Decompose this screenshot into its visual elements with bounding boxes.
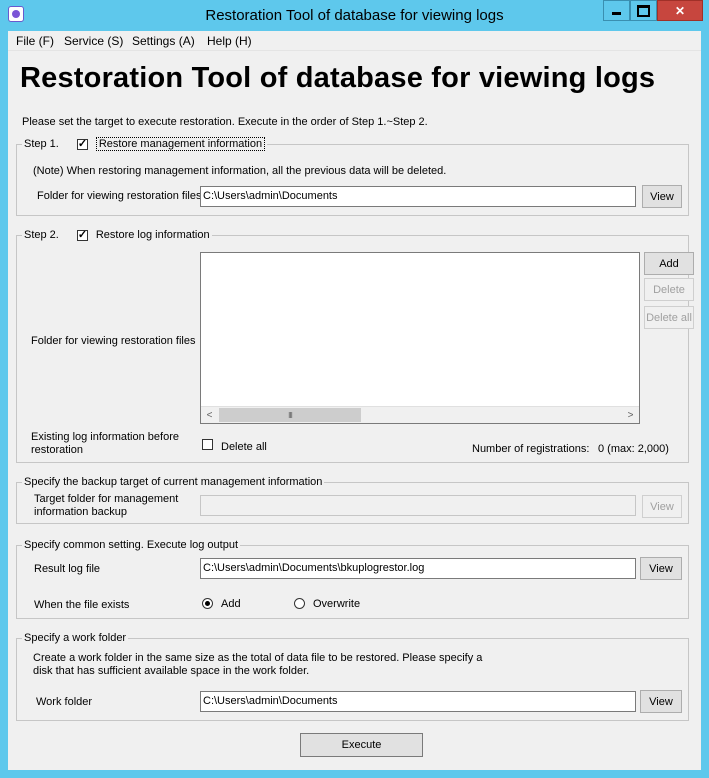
scroll-thumb[interactable]: III (219, 408, 361, 422)
scroll-left-arrow[interactable]: < (201, 407, 218, 423)
common-legend: Specify common setting. Execute log outp… (22, 538, 241, 552)
instruction-text: Please set the target to execute restora… (22, 116, 428, 128)
add-radio-label[interactable]: Add (221, 598, 241, 610)
work-folder-view-button[interactable]: View (640, 690, 682, 713)
result-log-view-button[interactable]: View (640, 557, 682, 580)
menu-settings[interactable]: Settings (A) (132, 34, 195, 48)
restore-log-label[interactable]: Restore log information (96, 229, 210, 241)
step1-folder-label: Folder for viewing restoration files (37, 190, 202, 202)
close-button[interactable]: ✕ (657, 0, 703, 21)
menu-bar: File (F) Service (S) Settings (A) Help (… (8, 31, 701, 51)
delete-folder-button[interactable]: Delete (644, 278, 694, 301)
menu-help[interactable]: Help (H) (207, 34, 252, 48)
work-folder-group: Specify a work folder Create a work fold… (16, 631, 689, 721)
work-legend: Specify a work folder (22, 631, 129, 645)
restore-log-checkbox[interactable] (76, 228, 88, 241)
delete-all-folders-button[interactable]: Delete all (644, 306, 694, 329)
minimize-button[interactable] (603, 0, 630, 21)
work-folder-input[interactable]: C:\Users\admin\Documents (200, 691, 636, 712)
step1-view-button[interactable]: View (642, 185, 682, 208)
delete-all-option[interactable]: Delete all (202, 439, 267, 453)
restore-management-checkbox[interactable] (76, 137, 88, 150)
title-bar[interactable]: Restoration Tool of database for viewing… (0, 0, 709, 30)
option-overwrite[interactable]: Overwrite (294, 598, 360, 610)
backup-group: Specify the backup target of current man… (16, 475, 689, 524)
execute-button[interactable]: Execute (300, 733, 423, 757)
overwrite-radio[interactable] (294, 598, 305, 609)
option-add[interactable]: Add (202, 598, 241, 610)
step2-group: Step 2. Restore log information Folder f… (16, 228, 694, 463)
delete-all-checkbox-label[interactable]: Delete all (221, 441, 267, 453)
log-folder-list[interactable]: < III > (200, 252, 640, 424)
client-area: File (F) Service (S) Settings (A) Help (… (8, 31, 701, 770)
backup-folder-input[interactable] (200, 495, 636, 516)
delete-all-checkbox[interactable] (202, 439, 213, 450)
menu-file[interactable]: File (F) (16, 34, 54, 48)
page-heading: Restoration Tool of database for viewing… (20, 62, 656, 94)
step1-folder-input[interactable]: C:\Users\admin\Documents (200, 186, 636, 207)
result-log-input[interactable]: C:\Users\admin\Documents\bkuplogrestor.l… (200, 558, 636, 579)
work-folder-label: Work folder (36, 696, 93, 708)
result-log-label: Result log file (34, 563, 101, 575)
restore-management-label[interactable]: Restore management information (95, 137, 266, 151)
registrations-count: 0 (max: 2,000) (598, 443, 669, 455)
step1-legend: Step 1. Restore management information (22, 137, 268, 151)
add-radio[interactable] (202, 598, 213, 609)
horizontal-scrollbar[interactable]: < III > (201, 406, 639, 423)
backup-legend: Specify the backup target of current man… (22, 475, 325, 489)
scroll-right-arrow[interactable]: > (622, 407, 639, 423)
step2-folder-label: Folder for viewing restoration files (31, 335, 196, 347)
step1-group: Step 1. Restore management information (… (16, 137, 689, 216)
maximize-button[interactable] (630, 0, 657, 21)
backup-view-button[interactable]: View (642, 495, 682, 518)
common-settings-group: Specify common setting. Execute log outp… (16, 538, 689, 619)
overwrite-radio-label[interactable]: Overwrite (313, 598, 360, 610)
step1-legend-text: Step 1. (24, 138, 59, 150)
step1-note: (Note) When restoring management informa… (33, 165, 447, 177)
backup-folder-label: Target folder for management information… (34, 493, 179, 518)
application-window: Restoration Tool of database for viewing… (0, 0, 709, 778)
add-folder-button[interactable]: Add (644, 252, 694, 275)
registrations-label: Number of registrations: (472, 443, 590, 455)
existing-log-label: Existing log information before restorat… (31, 431, 179, 456)
step2-legend: Step 2. Restore log information (22, 228, 212, 242)
file-exists-label: When the file exists (34, 599, 130, 611)
step2-legend-text: Step 2. (24, 229, 59, 241)
menu-service[interactable]: Service (S) (64, 34, 123, 48)
work-folder-description: Create a work folder in the same size as… (33, 652, 483, 677)
